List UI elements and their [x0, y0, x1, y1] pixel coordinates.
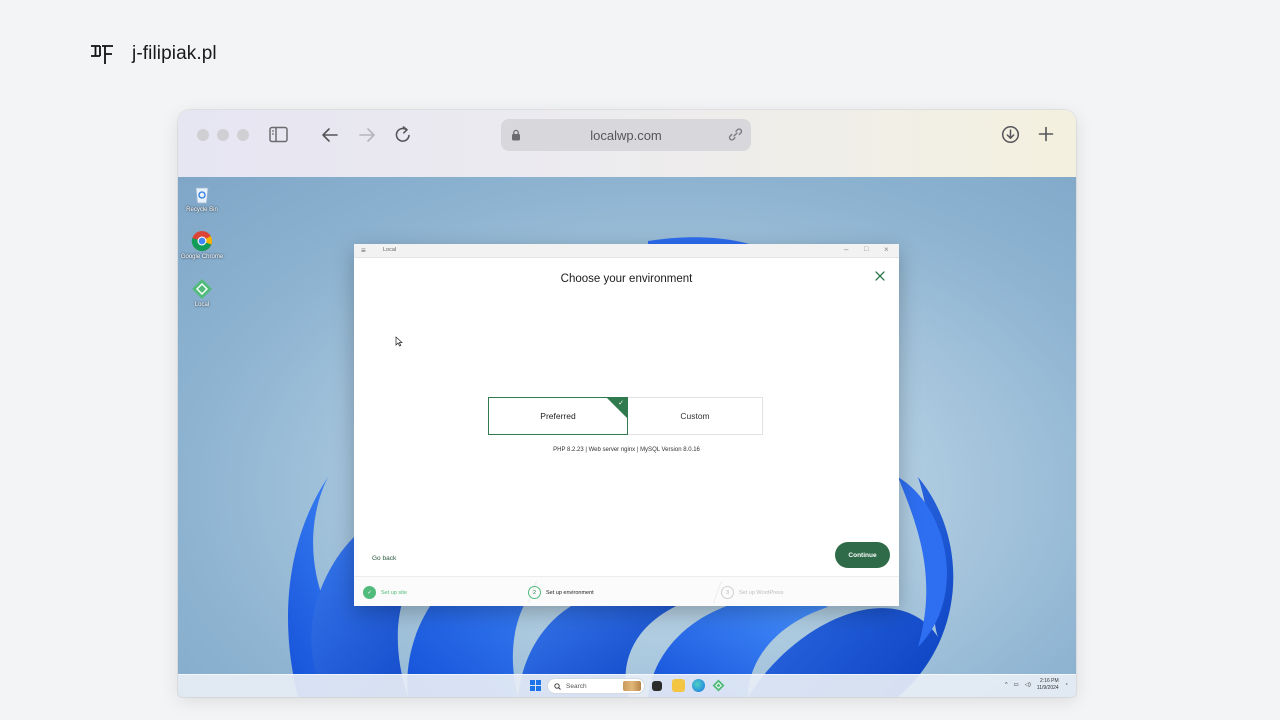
close-icon[interactable] — [873, 269, 887, 283]
sidebar-icon[interactable] — [269, 126, 288, 143]
reload-icon[interactable] — [394, 125, 412, 144]
volume-icon[interactable]: ◁) — [1025, 682, 1031, 688]
windows-start-icon[interactable] — [530, 680, 541, 691]
network-icon[interactable]: ▭ — [1014, 682, 1019, 688]
lock-icon — [511, 128, 521, 146]
brand: j-filipiak.pl — [88, 40, 217, 68]
mouse-cursor-icon — [395, 336, 403, 347]
recycle-bin-icon — [195, 187, 209, 204]
browser-window: localwp.com Recycle Bin Google Chrome Lo… — [178, 110, 1076, 697]
plus-icon[interactable] — [1038, 126, 1054, 142]
edge-icon[interactable] — [692, 679, 705, 692]
traffic-light-minimize[interactable] — [217, 129, 229, 141]
task-view-icon[interactable] — [652, 681, 662, 691]
window-titlebar: ≡ Local – □ × — [354, 244, 899, 258]
maximize-button[interactable]: □ — [864, 245, 868, 255]
step-label: Set up environment — [546, 589, 594, 596]
minimize-button[interactable]: – — [844, 245, 848, 255]
traffic-light-zoom[interactable] — [237, 129, 249, 141]
system-tray: ^ ▭ ◁) 2:16 PM 11/9/2024 ◔ — [1005, 678, 1068, 692]
local-app-window: ≡ Local – □ × Choose your environment ✓ … — [354, 244, 899, 606]
clock-time: 2:16 PM — [1040, 678, 1059, 684]
search-highlight-icon — [623, 681, 641, 691]
step-done-check-icon: ✓ — [363, 586, 376, 599]
desktop-icon-label: Recycle Bin — [186, 207, 218, 213]
modal-title: Choose your environment — [560, 273, 693, 285]
hamburger-menu-icon[interactable]: ≡ — [361, 246, 366, 256]
file-explorer-icon[interactable] — [672, 679, 685, 692]
desktop-icon-local[interactable]: Local — [180, 278, 224, 308]
step-label: Set up site — [381, 589, 407, 596]
brand-name[interactable]: j-filipiak.pl — [132, 43, 217, 65]
back-arrow-icon[interactable] — [321, 127, 339, 143]
download-icon[interactable] — [1001, 125, 1020, 144]
window-title: Local — [383, 247, 397, 253]
address-bar[interactable]: localwp.com — [501, 119, 751, 151]
environment-info: PHP 8.2.23 | Web server nginx | MySQL Ve… — [553, 447, 700, 453]
local-taskbar-icon[interactable] — [712, 679, 725, 692]
desktop-icon-label: Google Chrome — [180, 254, 224, 260]
traffic-light-close[interactable] — [197, 129, 209, 141]
custom-option[interactable]: Custom — [628, 397, 763, 435]
forward-arrow-icon[interactable] — [358, 127, 376, 143]
checkmark-icon: ✓ — [618, 400, 624, 407]
notification-bell-icon[interactable]: ◔ — [1065, 682, 1068, 688]
step-set-up-site: ✓ Set up site — [363, 586, 407, 599]
brand-logo-icon — [91, 45, 113, 64]
local-app-icon — [192, 279, 212, 299]
continue-button[interactable]: Continue — [835, 542, 890, 568]
selected-corner — [606, 398, 627, 419]
go-back-link[interactable]: Go back — [372, 555, 396, 562]
search-icon — [554, 682, 561, 690]
chrome-icon — [191, 231, 212, 252]
windows-desktop: Recycle Bin Google Chrome Local ≡ Local … — [178, 177, 1076, 697]
step-number: 3 — [721, 586, 734, 599]
step-set-up-environment: 2 Set up environment — [528, 586, 594, 599]
environment-toggle: ✓ Preferred Custom — [488, 397, 763, 435]
desktop-icon-label: Local — [194, 302, 210, 308]
step-label: Set up WordPress — [739, 589, 784, 596]
desktop-icon-chrome[interactable]: Google Chrome — [180, 230, 224, 260]
setup-stepper: ✓ Set up site 2 Set up environment 3 Set… — [354, 576, 899, 606]
link-icon[interactable] — [728, 127, 743, 147]
clock-date: 11/9/2024 — [1036, 685, 1059, 691]
windows-taskbar: Search ^ ▭ ◁) 2:16 PM 11/9/2024 ◔ — [178, 674, 1076, 697]
browser-toolbar: localwp.com — [178, 110, 1076, 177]
preferred-option[interactable]: ✓ Preferred — [488, 397, 628, 435]
desktop-icon-recycle-bin[interactable]: Recycle Bin — [180, 183, 224, 213]
chevron-up-icon[interactable]: ^ — [1005, 682, 1008, 688]
preferred-label: Preferred — [540, 411, 576, 421]
clock[interactable]: 2:16 PM 11/9/2024 — [1037, 678, 1059, 692]
taskbar-search-placeholder: Search — [566, 682, 587, 690]
step-number: 2 — [528, 586, 541, 599]
window-close-button[interactable]: × — [884, 245, 889, 255]
taskbar-search[interactable]: Search — [547, 678, 645, 694]
url-text[interactable]: localwp.com — [590, 128, 662, 143]
step-set-up-wordpress: 3 Set up WordPress — [721, 586, 784, 599]
custom-label: Custom — [680, 411, 710, 421]
